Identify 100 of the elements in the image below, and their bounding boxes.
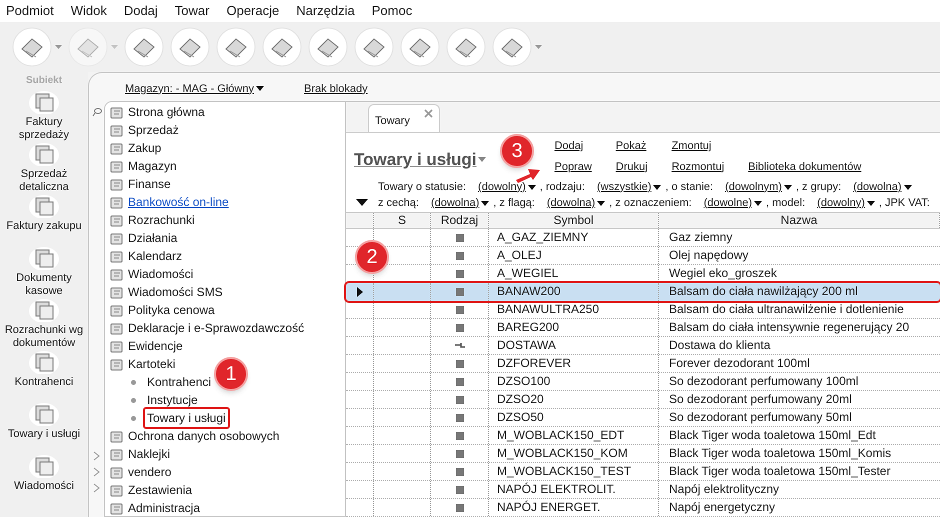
document-icon — [109, 428, 124, 444]
logo-text: Subiekt — [26, 74, 62, 88]
menu-item[interactable]: Narzędzia — [296, 1, 355, 21]
tree-item[interactable]: Kartoteki — [128, 355, 176, 373]
menu-item[interactable]: Dodaj — [124, 1, 158, 21]
action-link[interactable]: Biblioteka dokumentów — [748, 158, 862, 175]
sidebar-item[interactable]: Faktury zakupu — [1, 194, 87, 246]
table-row[interactable]: M_WOBLACK150_EDT Black Tiger woda toaletowa 150ml_Edt — [346, 427, 940, 445]
toolbar-button[interactable] — [354, 27, 394, 67]
toolbar-button[interactable] — [170, 27, 210, 67]
tree-item[interactable]: Polityka cenowa — [128, 301, 215, 319]
table-cell: BAREG200 — [489, 319, 659, 336]
table-row[interactable]: DZSO20 So dezodorant perfumowany 20ml — [346, 391, 940, 409]
document-icon — [109, 356, 124, 372]
table-row[interactable]: BANAWULTRA250 Balsam do ciała ultranawilżenie i dotlenienie — [346, 301, 940, 319]
table-cell: M_WOBLACK150_EDT — [489, 427, 659, 444]
table-row[interactable]: BANAW200 Balsam do ciała nawilżający 200 ml — [346, 283, 940, 301]
close-icon[interactable] — [424, 109, 433, 118]
column-header[interactable]: S — [374, 213, 431, 228]
toolbar-button[interactable] — [124, 27, 164, 67]
column-header[interactable]: Rodzaj — [431, 213, 489, 228]
table-row[interactable]: M_WOBLACK150_KOM Black Tiger woda toaletowa 150ml_Komis — [346, 445, 940, 463]
filter-dropdown[interactable]: (dowolne) — [704, 194, 762, 211]
filter-label: Towary o statusie: — [378, 180, 466, 195]
document-icon — [109, 284, 124, 300]
filter-dropdown[interactable]: (dowolny) — [817, 194, 875, 211]
sidebar-item[interactable]: Wiadomości — [1, 454, 87, 506]
toolbar-button[interactable] — [492, 27, 542, 67]
menu-item[interactable]: Operacje — [226, 1, 280, 21]
sidebar-item[interactable]: Dokumenty kasowe — [1, 246, 87, 298]
document-icon — [109, 464, 124, 480]
action-link[interactable]: Pokaż — [616, 138, 648, 154]
column-header[interactable]: Symbol — [489, 213, 659, 228]
tree-item[interactable]: Sprzedaż — [128, 121, 179, 139]
action-link[interactable]: Drukuj — [616, 158, 648, 175]
toolbar-button[interactable] — [308, 27, 348, 67]
tree-item[interactable]: vendero — [128, 463, 172, 481]
tree-link[interactable]: Bankowość on-line — [128, 193, 229, 211]
tree-item[interactable]: Wiadomości SMS — [128, 283, 223, 301]
toolbar-button[interactable] — [262, 27, 302, 67]
table-row[interactable]: NAPÓJ ENERGET. Napój energetyczny — [346, 499, 940, 517]
table-row[interactable]: NAPÓJ ELEKTROLIT. Napój elektrolityczny — [346, 481, 940, 499]
table-row[interactable]: DZSO50 So dezodorant perfumowany 50ml — [346, 409, 940, 427]
caret-icon — [478, 157, 486, 162]
sidebar-item[interactable]: Faktury sprzedaży — [1, 90, 87, 142]
warehouse-selector[interactable]: Magazyn: - MAG - Główny — [125, 80, 264, 97]
sidebar-item[interactable]: Kontrahenci — [1, 350, 87, 402]
page-title[interactable]: Towary i usługi — [354, 147, 476, 172]
tree-item[interactable]: Strona główna — [128, 103, 205, 121]
menu-item[interactable]: Pomoc — [372, 1, 412, 21]
toolbar-button[interactable] — [400, 27, 440, 67]
tab[interactable]: Towary — [368, 104, 440, 132]
document-icon — [109, 194, 124, 210]
sidebar-item[interactable]: Towary i usługi — [1, 402, 87, 454]
document-icon — [109, 104, 124, 120]
tree-item[interactable]: Ewidencje — [128, 337, 183, 355]
table-row[interactable]: DZSO100 So dezodorant perfumowany 100ml — [346, 373, 940, 391]
action-link[interactable]: Popraw — [554, 158, 592, 175]
menu-item[interactable]: Widok — [70, 1, 107, 21]
toolbar-button[interactable] — [216, 27, 256, 67]
table-row[interactable]: DOSTAWA Dostawa do klienta — [346, 337, 940, 355]
tree-item[interactable]: Rozrachunki — [128, 211, 195, 229]
tree-item[interactable]: Zakup — [128, 139, 162, 157]
column-header[interactable]: Nazwa — [659, 213, 940, 228]
tree-item[interactable]: Finanse — [128, 175, 171, 193]
filter-dropdown[interactable]: (dowolna) — [853, 179, 912, 196]
tree-item[interactable]: Kalendarz — [128, 247, 182, 265]
caret-icon — [481, 200, 490, 206]
lock-status-link[interactable]: Brak blokady — [304, 80, 368, 97]
collapse-icon[interactable] — [356, 199, 368, 206]
sidebar-item[interactable]: Rozrachunki wg dokumentów — [1, 298, 87, 350]
tree-item[interactable]: Administracja — [128, 499, 200, 517]
table-row[interactable]: M_WOBLACK150_TEST Black Tiger woda toaletowa 150ml_Tester — [346, 463, 940, 481]
tree-item[interactable]: Ochrona danych osobowych — [128, 427, 280, 445]
tree-item[interactable]: Działania — [128, 229, 178, 247]
action-link[interactable]: Zmontuj — [672, 138, 724, 154]
action-link[interactable]: Dodaj — [554, 138, 592, 154]
menu-item[interactable]: Towar — [174, 1, 210, 21]
sidebar-item[interactable]: Sprzedaż detaliczna — [1, 142, 87, 194]
tree-item[interactable]: Deklaracje i e-Sprawozdawczość — [128, 319, 304, 337]
menu-item[interactable]: Podmiot — [6, 1, 54, 21]
filter-dropdown[interactable]: (dowolnym) — [725, 179, 792, 196]
filter-dropdown[interactable]: (dowolny) — [478, 179, 536, 196]
table-cell: M_WOBLACK150_KOM — [489, 445, 659, 462]
filter-dropdown[interactable]: (dowolna) — [546, 194, 606, 211]
table-row[interactable]: DZFOREVER Forever dezodorant 100ml — [346, 355, 940, 373]
toolbar-button[interactable] — [12, 27, 62, 67]
tree-item[interactable]: Naklejki — [128, 445, 170, 463]
filter-dropdown[interactable]: (wszystkie) — [596, 179, 662, 196]
toolbar-button[interactable] — [446, 27, 486, 67]
caret-icon — [256, 86, 264, 92]
action-link[interactable]: Rozmontuj — [672, 158, 724, 175]
tree-item[interactable]: Magazyn — [128, 157, 177, 175]
table-row[interactable]: BAREG200 Balsam do ciała intensywnie regenerujący 20 — [346, 319, 940, 337]
filter-dropdown[interactable]: (dowolna) — [430, 194, 490, 211]
tree-item[interactable]: Towary i usługi — [143, 407, 230, 429]
tree-item[interactable]: Zestawienia — [128, 481, 192, 499]
tree-item[interactable]: Wiadomości — [128, 265, 194, 283]
caret-icon — [754, 200, 762, 206]
table-cell-text: Forever dezodorant 100ml — [668, 355, 811, 372]
